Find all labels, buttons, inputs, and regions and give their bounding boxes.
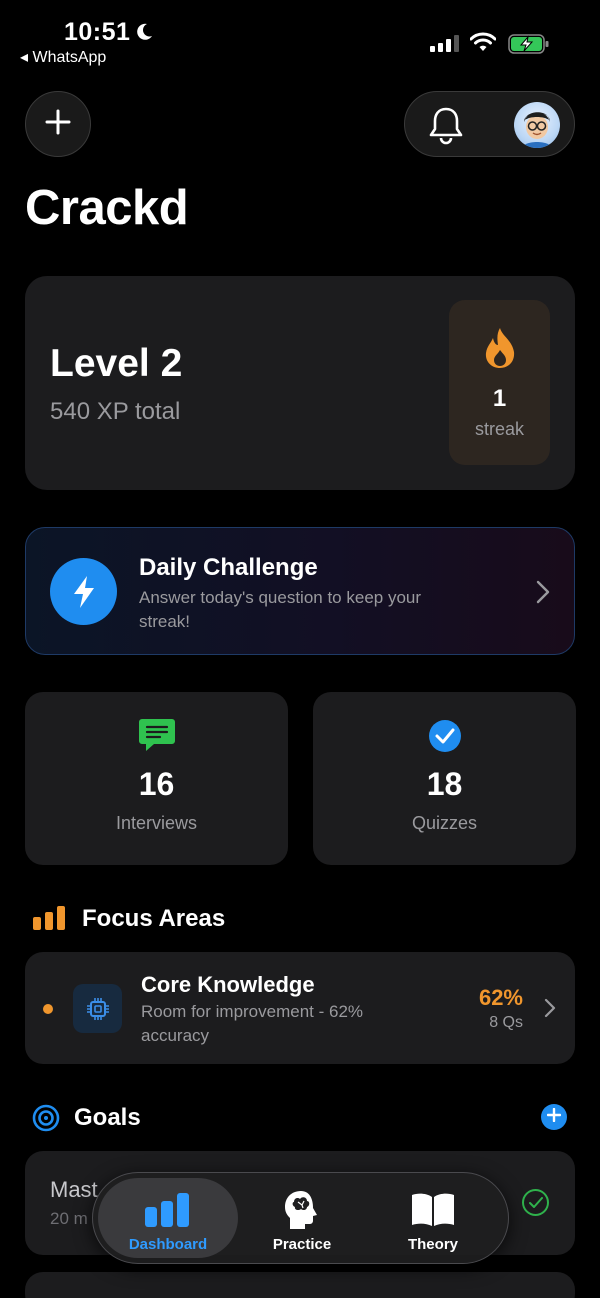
focus-area-title: Core Knowledge bbox=[141, 972, 315, 997]
flame-icon bbox=[482, 326, 518, 375]
add-button[interactable] bbox=[25, 91, 91, 157]
level-card: Level 2 540 XP total 1 streak bbox=[25, 276, 575, 490]
focus-area-percent: 62% bbox=[478, 985, 523, 1010]
bar-chart-icon bbox=[33, 906, 67, 935]
quizzes-count: 18 bbox=[426, 766, 463, 802]
tab-practice[interactable]: Practice bbox=[232, 1178, 372, 1258]
add-goal-button[interactable] bbox=[541, 1104, 567, 1130]
head-brain-icon bbox=[283, 1190, 321, 1230]
header-actions bbox=[404, 91, 575, 157]
page-title: Crackd bbox=[25, 181, 189, 235]
level-title: Level 2 bbox=[50, 342, 183, 385]
interviews-label: Interviews bbox=[115, 813, 198, 833]
interviews-stat-card[interactable]: 16 Interviews bbox=[25, 692, 288, 865]
chevron-right-icon bbox=[544, 998, 556, 1023]
tab-label: Practice bbox=[272, 1236, 332, 1253]
quizzes-stat-card[interactable]: 18 Quizzes bbox=[313, 692, 576, 865]
tab-theory[interactable]: Theory bbox=[363, 1178, 503, 1258]
plus-icon bbox=[546, 1107, 562, 1127]
avatar[interactable] bbox=[514, 102, 560, 148]
quizzes-label: Quizzes bbox=[411, 813, 478, 833]
streak-label: streak bbox=[474, 419, 525, 439]
streak-badge: 1 streak bbox=[449, 300, 550, 465]
target-icon bbox=[32, 1104, 60, 1137]
plus-icon bbox=[44, 108, 72, 141]
back-to-app-link[interactable]: ◂ WhatsApp bbox=[20, 47, 106, 67]
tab-label: Theory bbox=[407, 1236, 458, 1253]
wifi-icon bbox=[469, 32, 497, 57]
status-bar: 10:51 ◂ WhatsApp bbox=[0, 0, 600, 80]
battery-charging-icon bbox=[508, 33, 550, 60]
daily-challenge-card[interactable]: Daily Challenge Answer today's question … bbox=[25, 527, 575, 655]
tab-label: Dashboard bbox=[128, 1236, 208, 1253]
goals-title: Goals bbox=[74, 1104, 141, 1131]
xp-total: 540 XP total bbox=[50, 398, 181, 425]
focus-area-item[interactable]: Core Knowledge Room for improvement - 62… bbox=[25, 952, 575, 1064]
goal-complete-icon[interactable] bbox=[522, 1189, 549, 1216]
bolt-icon bbox=[50, 558, 117, 625]
bell-icon[interactable] bbox=[425, 104, 467, 151]
daily-challenge-subtitle: Answer today's question to keep your str… bbox=[139, 588, 422, 631]
signal-icon bbox=[430, 34, 460, 57]
moon-icon bbox=[134, 22, 154, 47]
goal-item[interactable] bbox=[25, 1272, 575, 1298]
focus-area-subtitle: Room for improvement - 62% accuracy bbox=[141, 1002, 364, 1045]
dashboard-bars-icon bbox=[145, 1190, 191, 1230]
chat-bubble-icon bbox=[138, 718, 176, 754]
interviews-count: 16 bbox=[138, 766, 175, 802]
cpu-chip-icon bbox=[73, 984, 122, 1033]
tab-dashboard[interactable]: Dashboard bbox=[98, 1178, 238, 1258]
chevron-right-icon bbox=[536, 580, 550, 609]
goal-subtitle: 20 m bbox=[50, 1209, 88, 1228]
streak-count: 1 bbox=[492, 385, 507, 412]
daily-challenge-title: Daily Challenge bbox=[139, 554, 318, 581]
tab-bar: Dashboard Practice Theory bbox=[92, 1172, 509, 1264]
status-dot bbox=[43, 1004, 53, 1014]
checkmark-circle-icon bbox=[428, 718, 462, 754]
open-book-icon bbox=[411, 1190, 455, 1230]
status-time: 10:51 bbox=[64, 18, 131, 46]
focus-area-question-count: 8 Qs bbox=[489, 1014, 523, 1031]
focus-areas-title: Focus Areas bbox=[82, 905, 226, 932]
goal-title: Mast bbox=[50, 1177, 98, 1202]
